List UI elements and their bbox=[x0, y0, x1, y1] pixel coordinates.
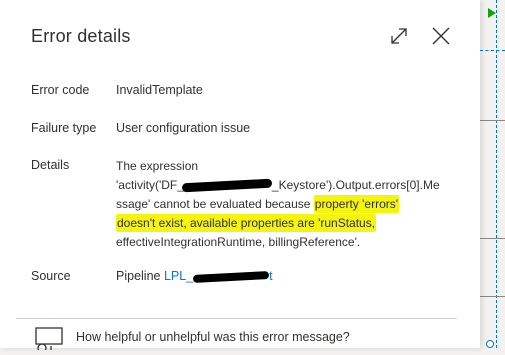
details-line: doesn't exist, available properties are … bbox=[116, 214, 416, 233]
canvas-divider bbox=[480, 296, 505, 297]
expand-button[interactable] bbox=[388, 25, 410, 47]
details-fragment: _Keystore').Output.errors[0].Me bbox=[271, 178, 440, 192]
canvas-divider bbox=[480, 120, 505, 121]
feedback-question: How helpful or unhelpful was this error … bbox=[76, 330, 350, 344]
close-button[interactable] bbox=[430, 25, 452, 47]
close-icon bbox=[432, 27, 450, 45]
feedback-icon bbox=[35, 326, 65, 353]
details-fragment: 'activity('DF_ bbox=[116, 178, 184, 192]
redaction-mark bbox=[193, 270, 270, 283]
expand-icon bbox=[391, 28, 407, 44]
highlighted-text: doesn't exist, available properties are … bbox=[116, 214, 377, 232]
details-text: The expression 'activity('DF_ _Keystore')… bbox=[116, 157, 440, 252]
details-line: The expression bbox=[116, 159, 199, 173]
error-code-value: InvalidTemplate bbox=[116, 83, 203, 97]
divider bbox=[16, 318, 457, 319]
source-prefix: Pipeline bbox=[116, 269, 161, 283]
details-fragment: ssage' cannot be evaluated because bbox=[116, 197, 314, 211]
redaction-mark bbox=[181, 178, 273, 193]
panel-title: Error details bbox=[31, 26, 131, 46]
failure-type-value: User configuration issue bbox=[116, 121, 251, 135]
source-value: Pipeline LPL_ t bbox=[116, 269, 273, 283]
canvas-connector-handle[interactable] bbox=[486, 340, 494, 348]
details-line: ssage' cannot be evaluated because prope… bbox=[116, 195, 416, 214]
details-line: effectiveIntegrationRuntime, billingRefe… bbox=[116, 235, 361, 249]
source-label: Source bbox=[31, 269, 71, 283]
play-icon bbox=[488, 8, 496, 18]
error-details-panel: Error details Error code InvalidTemplate… bbox=[0, 0, 480, 353]
details-line: 'activity('DF_ _Keystore').Output.errors[… bbox=[116, 176, 440, 195]
failure-type-label: Failure type bbox=[31, 121, 97, 135]
highlighted-text: property 'errors' bbox=[313, 195, 400, 213]
pipeline-link[interactable]: LPL_ t bbox=[164, 269, 273, 283]
error-code-label: Error code bbox=[31, 83, 90, 97]
pipeline-link-suffix[interactable]: t bbox=[269, 269, 272, 283]
canvas-dashed-connector-horizontal bbox=[480, 50, 505, 51]
details-label: Details bbox=[31, 158, 70, 172]
pipeline-link-text[interactable]: LPL_ bbox=[164, 269, 193, 283]
canvas-divider bbox=[480, 238, 505, 239]
